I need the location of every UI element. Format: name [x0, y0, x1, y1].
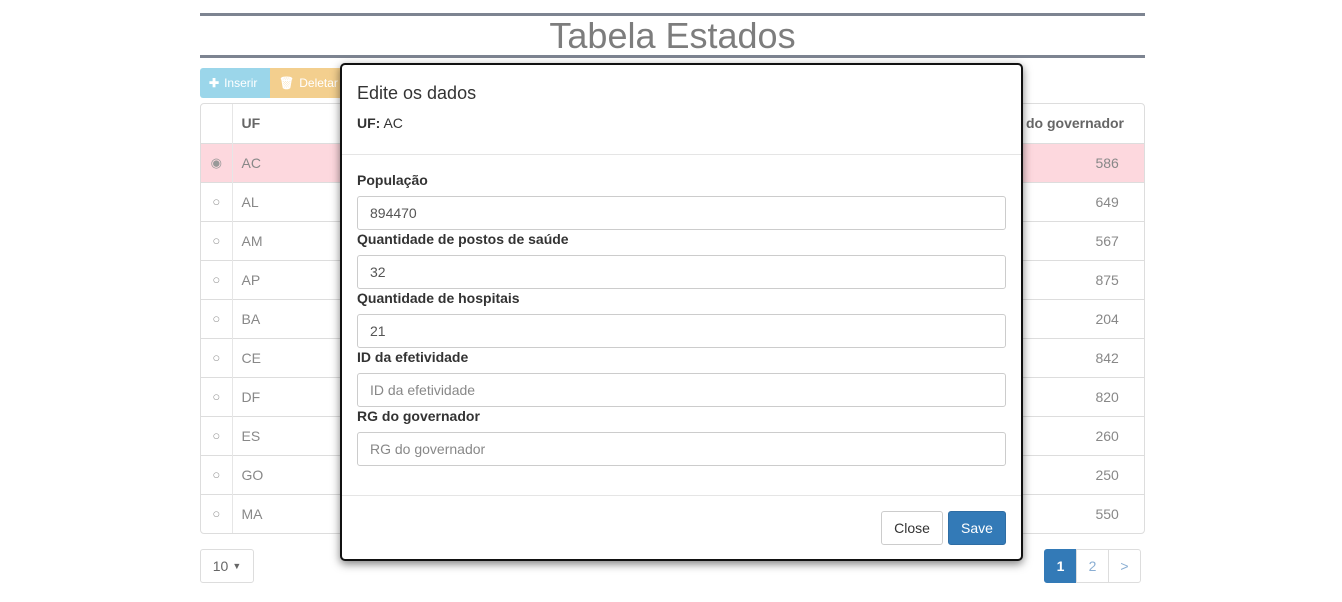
populacao-field-group: População [357, 172, 1006, 231]
delete-label: Deletar [299, 76, 338, 90]
uf-cell: AL [232, 181, 273, 221]
modal-uf-label: UF: [357, 115, 381, 131]
row-select-radio[interactable]: ○ [201, 259, 233, 299]
modal-header: Edite os dados UF: AC [342, 65, 1021, 155]
hospitais-label: Quantidade de hospitais [357, 290, 520, 306]
hospitais-field-group: Quantidade de hospitais [357, 290, 1006, 349]
plus-icon: ✚ [209, 76, 220, 90]
uf-cell: ES [232, 415, 273, 455]
caret-down-icon: ▼ [232, 561, 242, 571]
edit-modal: Edite os dados UF: AC População Quantida… [340, 63, 1023, 561]
row-select-radio[interactable]: ○ [201, 415, 233, 455]
uf-column-header[interactable]: UF [232, 104, 272, 143]
uf-cell: AM [232, 220, 273, 260]
row-select-radio[interactable]: ○ [201, 454, 233, 494]
modal-body: População Quantidade de postos de saúde … [342, 155, 1021, 496]
uf-cell: MA [232, 493, 273, 533]
row-select-radio[interactable]: ○ [201, 337, 233, 377]
toolbar: ✚ Inserir 🗑 Deletar [200, 68, 342, 98]
uf-cell: DF [232, 376, 273, 416]
populacao-label: População [357, 172, 428, 188]
page-title: Tabela Estados [549, 15, 796, 56]
close-button[interactable]: Close [881, 511, 943, 545]
populacao-input[interactable] [357, 196, 1006, 230]
uf-cell: GO [232, 454, 273, 494]
page-2-link[interactable]: 2 [1076, 549, 1109, 583]
insert-label: Inserir [224, 76, 258, 90]
efetividade-input[interactable] [357, 373, 1006, 407]
next-page-link[interactable]: > [1108, 549, 1141, 583]
efetividade-label: ID da efetividade [357, 349, 469, 365]
efetividade-field-group: ID da efetividade [357, 349, 1006, 408]
postos-field-group: Quantidade de postos de saúde [357, 231, 1006, 290]
hospitais-input[interactable] [357, 314, 1006, 348]
row-select-radio[interactable]: ○ [201, 493, 233, 533]
rg-governador-field-group: RG do governador [357, 408, 1006, 467]
page-1-link[interactable]: 1 [1044, 549, 1077, 583]
trash-icon: 🗑 [279, 76, 295, 90]
rg-governador-input[interactable] [357, 432, 1006, 466]
rg-governador-label: RG do governador [357, 408, 480, 424]
uf-cell: CE [232, 337, 273, 377]
save-button[interactable]: Save [948, 511, 1006, 545]
row-select-radio[interactable]: ○ [201, 220, 233, 260]
page-size-value: 10 [212, 558, 229, 574]
pagination: 1 2 > [1044, 549, 1141, 583]
page-size-dropdown[interactable]: 10 ▼ [200, 549, 254, 583]
select-column-header [201, 104, 233, 143]
delete-button[interactable]: 🗑 Deletar [270, 68, 342, 98]
modal-uf-value: AC [383, 115, 403, 131]
row-select-radio[interactable]: ○ [201, 376, 233, 416]
modal-uf: UF: AC [357, 114, 1006, 132]
uf-cell: AC [232, 142, 273, 182]
page-title-bar: Tabela Estados [200, 13, 1145, 58]
row-select-radio[interactable]: ○ [201, 181, 233, 221]
uf-cell: AP [232, 259, 273, 299]
insert-button[interactable]: ✚ Inserir [200, 68, 270, 98]
postos-label: Quantidade de postos de saúde [357, 231, 569, 247]
postos-input[interactable] [357, 255, 1006, 289]
modal-title: Edite os dados [357, 83, 477, 103]
row-select-radio[interactable]: ○ [201, 298, 233, 338]
uf-cell: BA [232, 298, 273, 338]
row-select-radio[interactable]: ◉ [201, 142, 233, 182]
modal-footer: Close Save [342, 496, 1021, 545]
